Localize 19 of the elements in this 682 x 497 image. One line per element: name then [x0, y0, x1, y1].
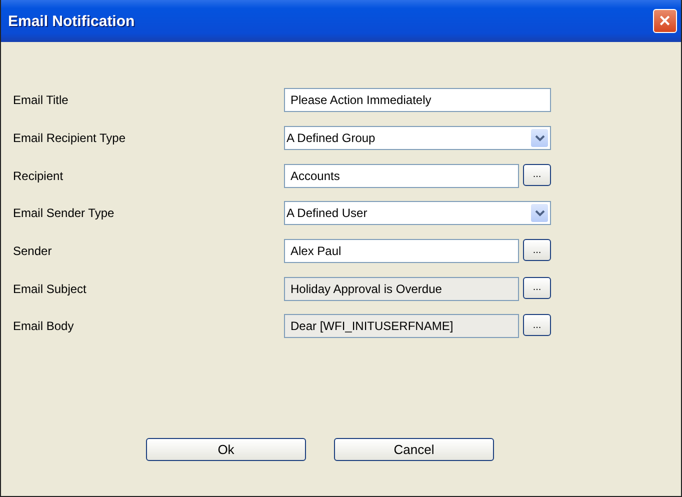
ok-button[interactable]: Ok [146, 438, 306, 461]
chevron-down-icon [531, 129, 548, 148]
field-label: Recipient [13, 168, 64, 183]
cancel-button[interactable]: Cancel [334, 438, 494, 461]
text-field[interactable]: Alex Paul [284, 239, 519, 264]
browse-button[interactable]: ... [523, 239, 551, 262]
field-label: Email Recipient Type [13, 131, 126, 146]
chevron-down-icon [531, 204, 548, 222]
text-field[interactable]: Accounts [284, 164, 519, 188]
field-label: Email Title [13, 93, 70, 108]
browse-button[interactable]: ... [523, 164, 551, 186]
field-label: Sender [13, 244, 53, 258]
field-label: Email Body [13, 319, 75, 334]
dropdown[interactable]: A Defined User [284, 201, 551, 226]
field-label: Email Subject [13, 282, 88, 296]
text-field[interactable]: Please Action Immediately [284, 88, 551, 112]
window-title: Email Notification [8, 12, 135, 30]
field-label: Email Sender Type [13, 206, 116, 220]
dropdown[interactable]: A Defined Group [284, 126, 551, 150]
